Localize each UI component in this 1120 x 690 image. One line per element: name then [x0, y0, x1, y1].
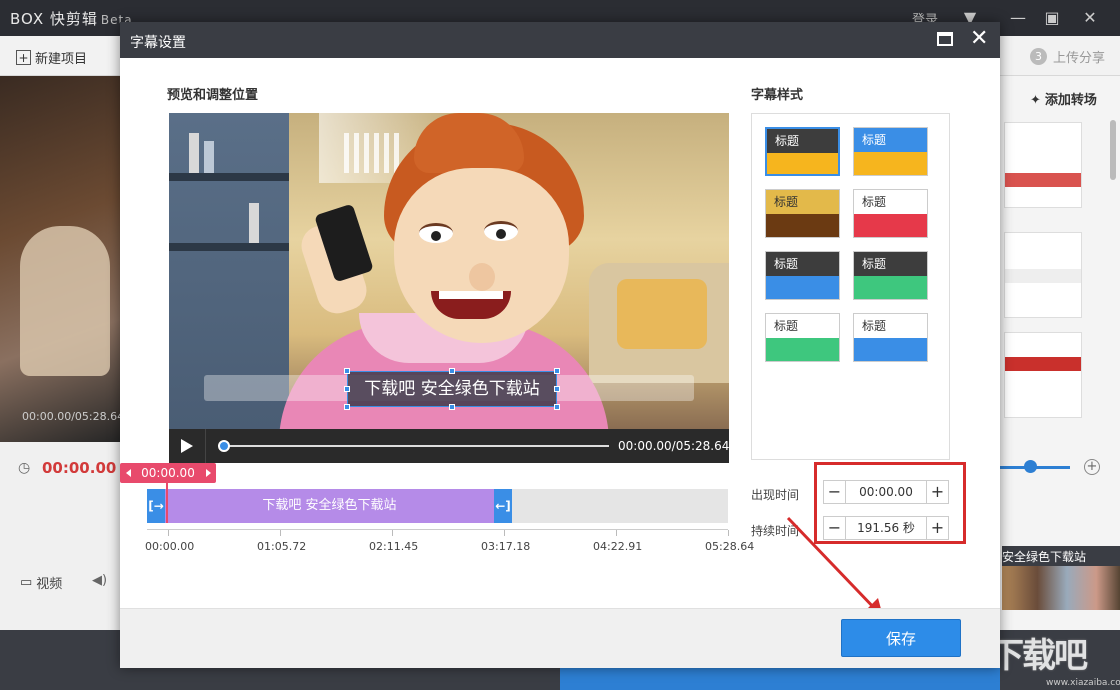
resize-handle[interactable]	[449, 368, 455, 374]
subtitle-style-option[interactable]: 标题	[853, 313, 928, 362]
player-time: 00:00.00/05:28.64	[618, 439, 729, 453]
background-preview	[0, 76, 120, 442]
minimize-icon[interactable]: —	[1006, 6, 1030, 30]
seek-knob[interactable]	[218, 440, 230, 452]
style-label: 标题	[766, 252, 839, 276]
resize-handle[interactable]	[554, 404, 560, 410]
style-label: 标题	[766, 190, 839, 214]
style-label: 标题	[854, 252, 927, 276]
subtitle-style-option[interactable]: 标题	[765, 127, 840, 176]
subtitle-overlay[interactable]: 下载吧 安全绿色下载站	[347, 371, 557, 407]
video-tab[interactable]: ▭ 视频	[20, 573, 62, 592]
transition-thumb[interactable]	[1004, 332, 1082, 418]
watermark-logo: 下载吧	[990, 636, 1088, 676]
ruler-label: 05:28.64	[705, 540, 755, 553]
seek-bar[interactable]	[225, 445, 609, 447]
zoom-in-icon[interactable]: +	[1084, 459, 1100, 475]
style-label: 标题	[854, 128, 927, 152]
timeline-filmstrip[interactable]	[1002, 566, 1120, 610]
transition-thumb[interactable]	[1004, 232, 1082, 318]
preview-section-label: 预览和调整位置	[167, 88, 259, 103]
save-button[interactable]: 保存	[841, 619, 961, 657]
style-label: 标题	[766, 314, 839, 338]
ruler-label: 01:05.72	[257, 540, 307, 553]
style-label: 标题	[767, 129, 838, 153]
subtitle-style-option[interactable]: 标题	[853, 189, 928, 238]
resize-handle[interactable]	[554, 386, 560, 392]
watermark-url: www.xiazaiba.com	[1046, 678, 1120, 688]
subtitle-style-option[interactable]: 标题	[765, 189, 840, 238]
speaker-icon[interactable]: ◀)	[92, 573, 107, 588]
timeline-caption: 安全绿色下载站	[1002, 546, 1120, 567]
close-icon[interactable]: ✕	[970, 26, 988, 52]
step-number: 3	[1030, 48, 1047, 65]
style-section-label: 字幕样式	[751, 88, 804, 103]
subtitle-style-option[interactable]: 标题	[853, 127, 928, 176]
zoom-slider-knob[interactable]	[1024, 460, 1037, 473]
dialog-titlebar: 字幕设置 ✕	[120, 22, 1000, 58]
resize-handle[interactable]	[344, 368, 350, 374]
style-label: 标题	[854, 314, 927, 338]
add-transition-tab[interactable]: ✦ 添加转场	[1030, 89, 1097, 108]
scrollbar[interactable]	[1110, 120, 1116, 180]
plus-icon: +	[16, 50, 31, 65]
magic-wand-icon: ✦	[1030, 93, 1041, 108]
subtitle-style-option[interactable]: 标题	[765, 251, 840, 300]
maximize-icon[interactable]: ▣	[1040, 6, 1064, 30]
new-project-button[interactable]: + 新建项目	[16, 48, 87, 67]
dialog-title: 字幕设置	[130, 35, 186, 51]
maximize-icon[interactable]	[937, 32, 953, 46]
subtitle-settings-dialog: 字幕设置 ✕ 预览和调整位置 字幕样式 下载吧 安全绿色下载站 00:00.00…	[120, 22, 1000, 668]
step-upload-share[interactable]: 3 上传分享	[1030, 47, 1105, 66]
video-preview[interactable]: 下载吧 安全绿色下载站 00:00.00/05:28.64	[169, 113, 729, 463]
ruler-label: 02:11.45	[369, 540, 419, 553]
close-icon[interactable]: ✕	[1078, 6, 1102, 30]
play-icon[interactable]	[181, 439, 193, 453]
video-camera-icon: ▭	[20, 575, 33, 590]
player-controls: 00:00.00/05:28.64	[169, 429, 729, 463]
ruler-label: 04:22.91	[593, 540, 643, 553]
resize-handle[interactable]	[344, 404, 350, 410]
current-time: 00:00.00	[42, 459, 117, 477]
resize-handle[interactable]	[554, 368, 560, 374]
clip-end-handle[interactable]: ←]	[494, 489, 512, 523]
background-preview-time: 00:00.00/05:28.64	[22, 410, 125, 423]
transition-thumb[interactable]	[1004, 122, 1082, 208]
app-logo: BOX 快剪辑 Beta	[10, 10, 133, 28]
subtitle-style-option[interactable]: 标题	[853, 251, 928, 300]
annotation-arrow	[786, 516, 884, 620]
subtitle-clip-text: 下载吧 安全绿色下载站	[262, 498, 397, 513]
marker-left-arrow-icon	[126, 469, 131, 477]
timeline-ruler	[147, 529, 728, 537]
ruler-label: 00:00.00	[145, 540, 195, 553]
marker-right-arrow-icon	[206, 469, 211, 477]
clip-start-handle[interactable]: [→	[147, 489, 165, 523]
playhead-time[interactable]: 00:00.00	[120, 463, 216, 483]
playhead-line[interactable]	[166, 483, 168, 523]
clock-icon: ◷	[18, 460, 31, 476]
resize-handle[interactable]	[449, 404, 455, 410]
appear-time-label: 出现时间	[751, 488, 800, 502]
resize-handle[interactable]	[344, 386, 350, 392]
ruler-label: 03:17.18	[481, 540, 531, 553]
subtitle-style-option[interactable]: 标题	[765, 313, 840, 362]
style-label: 标题	[854, 190, 927, 214]
